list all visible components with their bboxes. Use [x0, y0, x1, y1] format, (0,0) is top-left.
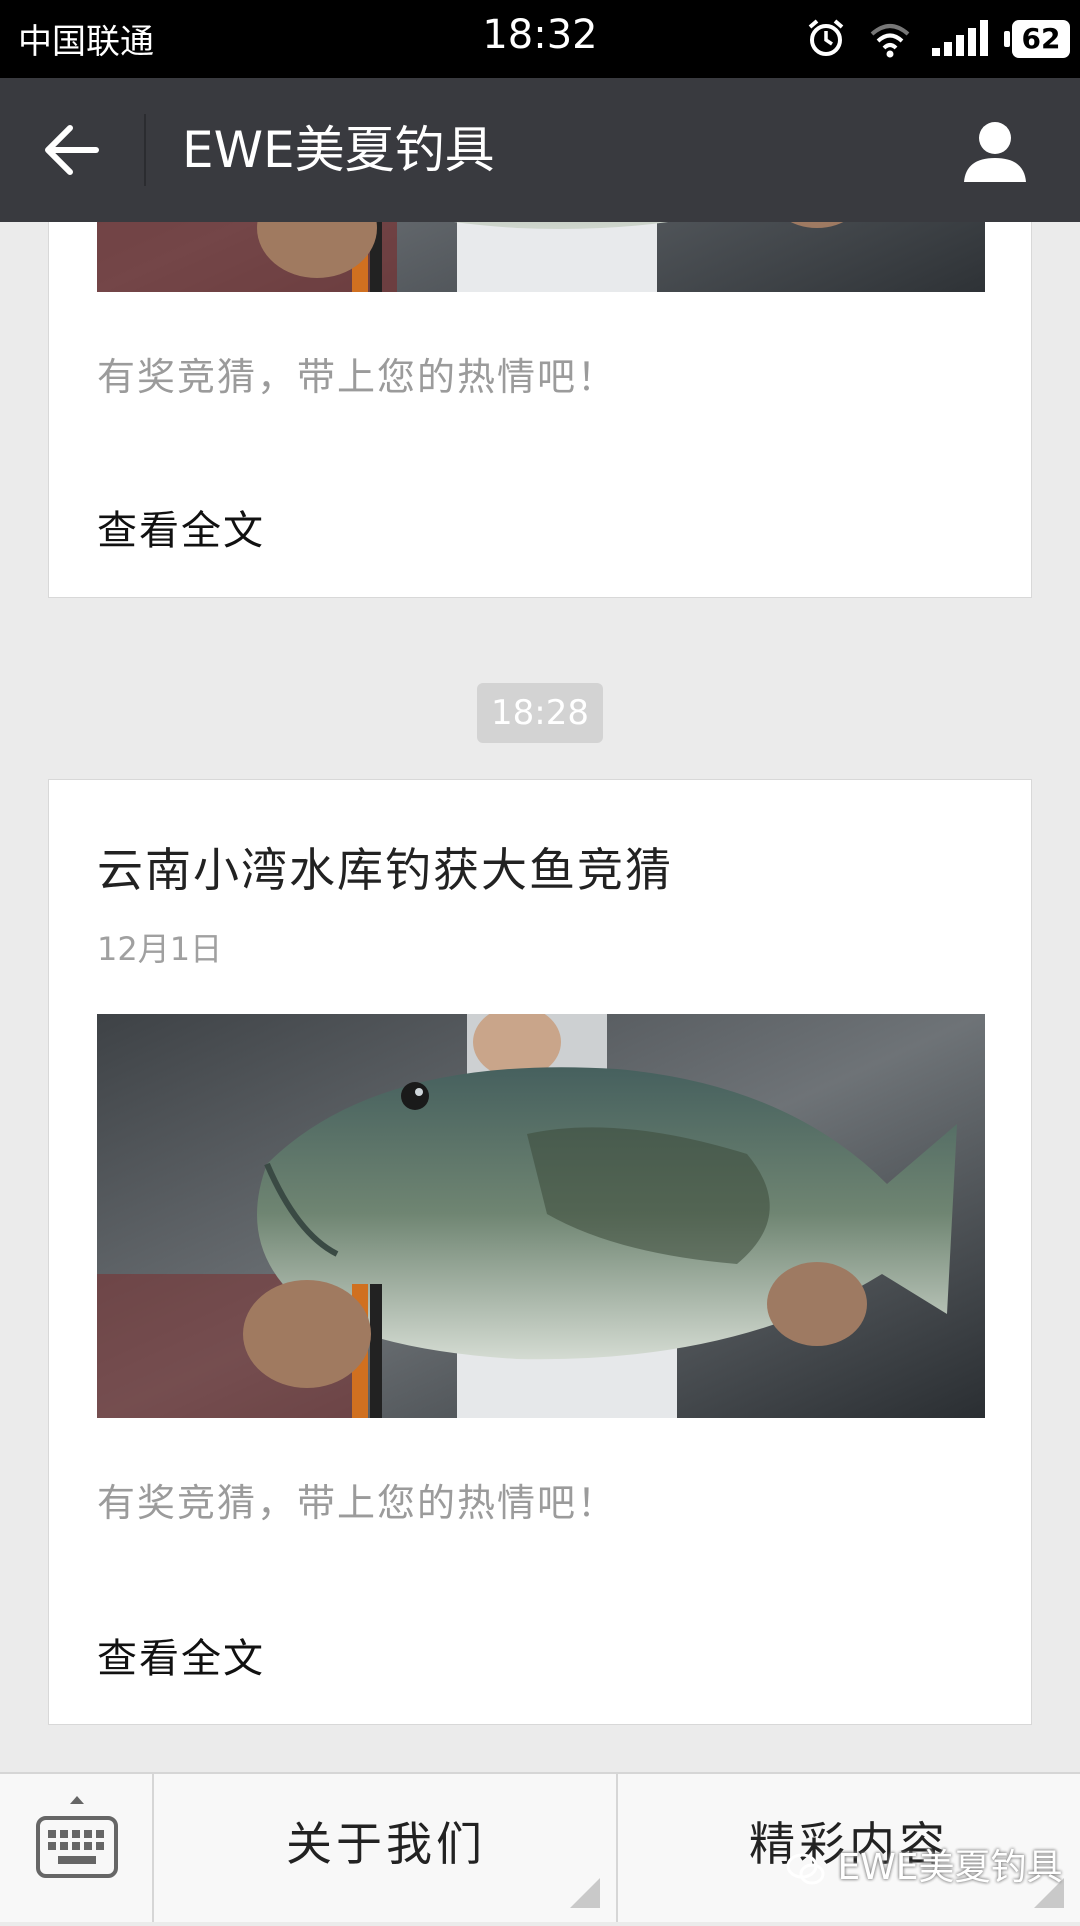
submenu-indicator-icon: [570, 1878, 600, 1908]
wechat-logo-icon: [786, 1853, 825, 1885]
menu-item-about-us[interactable]: 关于我们: [156, 1774, 618, 1922]
read-full-article-link[interactable]: 查看全文: [97, 1626, 265, 1684]
fish-photo: [97, 1014, 985, 1418]
title-divider: [144, 114, 146, 186]
previous-cover-image: [97, 222, 985, 292]
battery-level: 62: [1012, 20, 1070, 58]
status-clock: 18:32: [482, 12, 598, 58]
fish-photo: [97, 222, 985, 292]
read-full-article-link[interactable]: 查看全文: [97, 498, 265, 556]
keyboard-toggle-button[interactable]: [0, 1774, 154, 1922]
back-arrow-icon[interactable]: [36, 118, 108, 182]
battery-icon: 62: [1004, 20, 1070, 58]
wifi-icon: [870, 24, 910, 58]
title-bar: EWE美夏钓具: [0, 78, 1080, 222]
article-card[interactable]: 云南小湾水库钓获大鱼竞猜 12月1日 有奖竞猜，带上您的热情吧！ 查看全文: [48, 779, 1032, 1725]
watermark-text: EWE美夏钓具: [837, 1847, 1063, 1888]
article-title[interactable]: 云南小湾水库钓获大鱼竞猜: [97, 834, 673, 900]
article-digest: 有奖竞猜，带上您的热情吧！: [97, 355, 618, 399]
watermark: EWE美夏钓具: [786, 1838, 1063, 1890]
alarm-icon: [808, 19, 844, 56]
signal-icon: [932, 20, 988, 56]
menu-item-label: 关于我们: [286, 1817, 486, 1871]
battery-tip: [1004, 31, 1010, 47]
person-icon[interactable]: [960, 116, 1030, 186]
article-date: 12月1日: [97, 930, 223, 968]
time-divider-badge: 18:28: [477, 683, 603, 743]
article-digest: 有奖竞猜，带上您的热情吧！: [97, 1481, 618, 1525]
previous-article-card[interactable]: 有奖竞猜，带上您的热情吧！ 查看全文: [48, 222, 1032, 598]
keyboard-icon: [36, 1796, 118, 1878]
article-cover-image[interactable]: [97, 1014, 985, 1418]
status-bar: 中国联通 18:32 62: [0, 0, 1080, 78]
page-title: EWE美夏钓具: [182, 121, 495, 179]
